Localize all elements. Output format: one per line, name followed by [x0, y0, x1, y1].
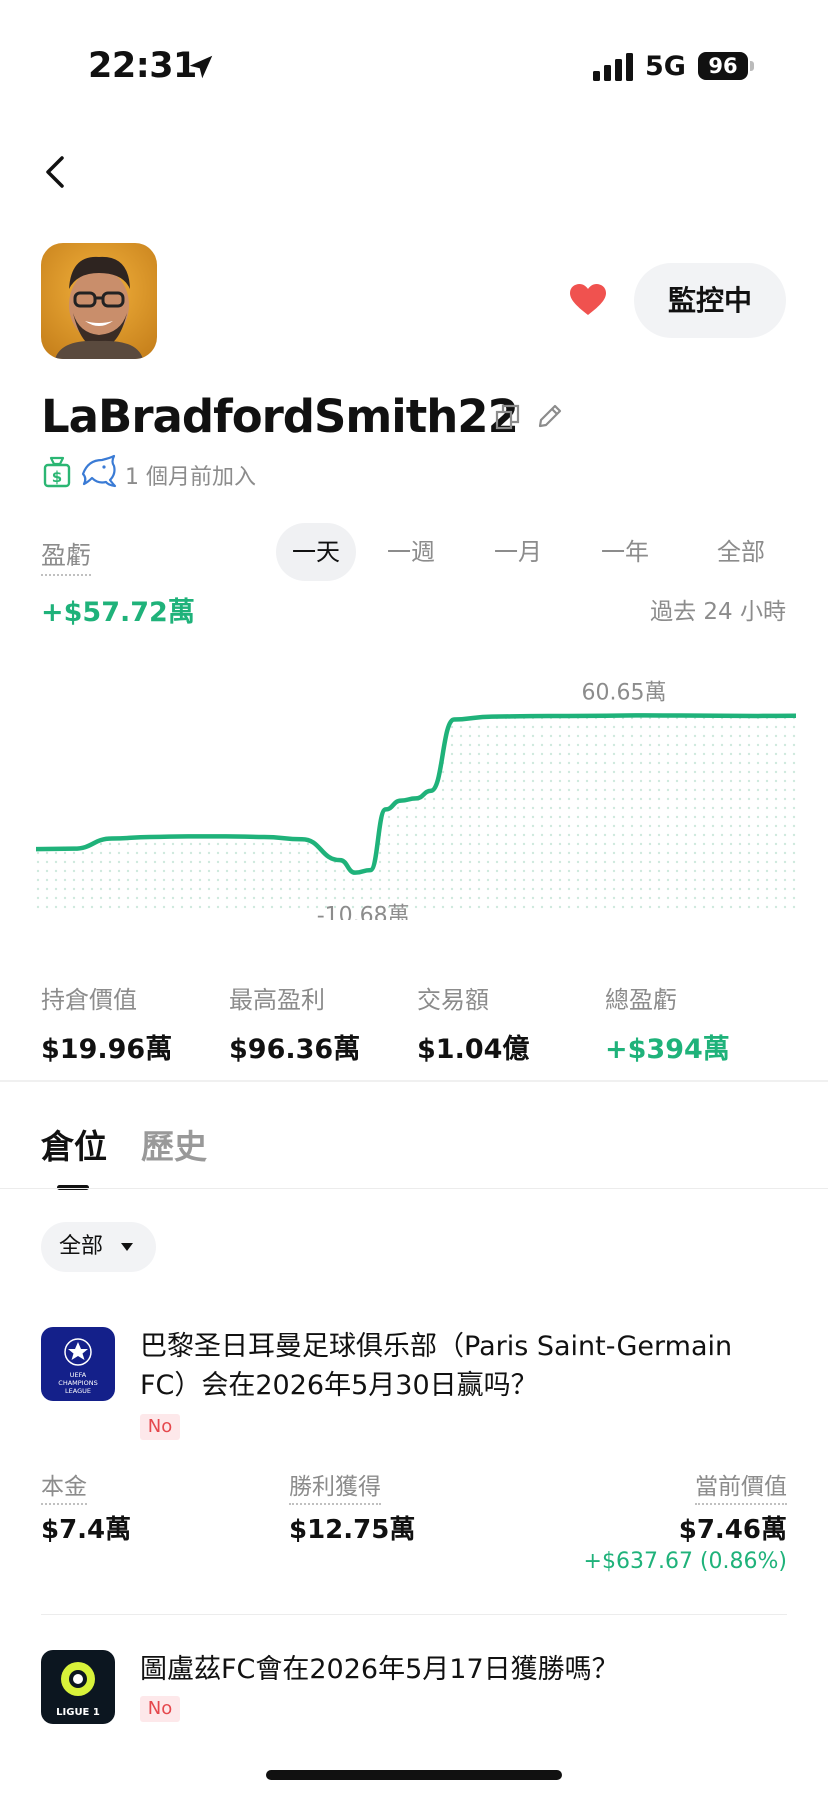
copy-icon[interactable]	[494, 403, 522, 431]
svg-text:LEAGUE: LEAGUE	[65, 1387, 91, 1395]
section-divider	[0, 1080, 828, 1082]
win-value: $12.75萬	[289, 1515, 416, 1545]
pnl-chart[interactable]: 60.65萬 -10.68萬	[36, 680, 796, 920]
stat-label: 總盈虧	[605, 986, 677, 1014]
avatar-photo-icon	[41, 243, 157, 359]
current-value-label: 當前價值	[695, 1467, 787, 1505]
stat-value: $1.04億	[417, 1034, 530, 1065]
status-bar: 22:31 5G 96	[0, 0, 828, 130]
chart-min-label: -10.68萬	[317, 904, 410, 920]
stat-value: $96.36萬	[229, 1034, 361, 1065]
back-button[interactable]	[36, 150, 76, 194]
stat-total-pnl: 總盈虧 +$394萬	[605, 980, 730, 1066]
stat-value: $19.96萬	[41, 1034, 173, 1065]
chart-max-label: 60.65萬	[582, 680, 667, 705]
outcome-badge: No	[140, 1696, 180, 1722]
edit-icon[interactable]	[535, 401, 565, 431]
signal-icon	[593, 53, 633, 81]
cost-label: 本金	[41, 1467, 87, 1505]
logo-text: UEFA	[70, 1371, 87, 1379]
filter-dropdown[interactable]: 全部	[41, 1222, 156, 1272]
stat-position-value: 持倉價值 $19.96萬	[41, 980, 172, 1066]
cost-value: $7.4萬	[41, 1515, 132, 1545]
range-tab-1y[interactable]: 一年	[590, 523, 660, 581]
stat-max-profit: 最高盈利 $96.36萬	[229, 980, 360, 1066]
stat-label: 最高盈利	[229, 986, 325, 1014]
ligue-1-logo-icon: LIGUE 1	[41, 1650, 115, 1724]
pnl-label: 盈虧	[41, 536, 92, 576]
stats-row: 持倉價值 $19.96萬 最高盈利 $96.36萬 交易額 $1.04億 總盈虧…	[41, 980, 801, 1065]
stat-value: +$394萬	[605, 1034, 730, 1065]
range-tab-1w[interactable]: 一週	[376, 523, 446, 581]
svg-text:CHAMPIONS: CHAMPIONS	[58, 1379, 97, 1387]
market-title[interactable]: 巴黎圣日耳曼足球俱乐部（Paris Saint-Germain FC）会在202…	[140, 1327, 780, 1405]
current-value: $7.46萬	[678, 1515, 787, 1545]
avatar	[41, 243, 157, 359]
home-indicator	[266, 1770, 562, 1780]
network-label: 5G	[645, 51, 686, 82]
heart-icon[interactable]	[569, 283, 607, 317]
stat-volume: 交易額 $1.04億	[417, 980, 529, 1066]
filter-label: 全部	[59, 1234, 104, 1259]
card-divider	[41, 1614, 787, 1615]
champions-league-logo-icon: UEFA CHAMPIONS LEAGUE	[41, 1327, 115, 1401]
tab-positions[interactable]: 倉位	[41, 1120, 107, 1168]
position-card[interactable]: UEFA CHAMPIONS LEAGUE 巴黎圣日耳曼足球俱乐部（Paris …	[41, 1327, 787, 1597]
range-tab-1d[interactable]: 一天	[276, 523, 356, 581]
username: LaBradfordSmith22	[41, 390, 519, 443]
stat-label: 持倉價值	[41, 986, 137, 1014]
money-bag-icon: $	[43, 456, 71, 488]
tabs-divider	[0, 1188, 828, 1189]
stat-label: 交易額	[417, 986, 489, 1014]
status-time: 22:31	[88, 46, 197, 86]
dolphin-icon	[81, 454, 117, 488]
range-tab-all[interactable]: 全部	[696, 523, 786, 581]
logo-text: LIGUE 1	[56, 1707, 100, 1718]
location-arrow-icon	[189, 55, 213, 79]
caret-down-icon	[121, 1243, 133, 1251]
range-tabs: 一天 一週 一月 一年 全部	[276, 523, 786, 581]
battery-icon: 96	[698, 52, 748, 80]
svg-text:$: $	[52, 468, 62, 486]
value-change: +$637.67 (0.86%)	[583, 1549, 787, 1574]
market-title[interactable]: 圖盧茲FC會在2026年5月17日獲勝嗎？	[140, 1650, 780, 1689]
battery-tip	[750, 61, 754, 71]
joined-text: 1 個月前加入	[125, 465, 256, 490]
position-card[interactable]: LIGUE 1 圖盧茲FC會在2026年5月17日獲勝嗎？ No	[41, 1650, 787, 1750]
pnl-value: +$57.72萬	[41, 597, 195, 628]
tab-history[interactable]: 歷史	[141, 1120, 207, 1168]
monitoring-button[interactable]: 監控中	[634, 263, 786, 338]
win-label: 勝利獲得	[289, 1467, 381, 1505]
outcome-badge: No	[140, 1414, 180, 1440]
pnl-period: 過去 24 小時	[650, 599, 786, 625]
range-tab-1m[interactable]: 一月	[483, 523, 553, 581]
